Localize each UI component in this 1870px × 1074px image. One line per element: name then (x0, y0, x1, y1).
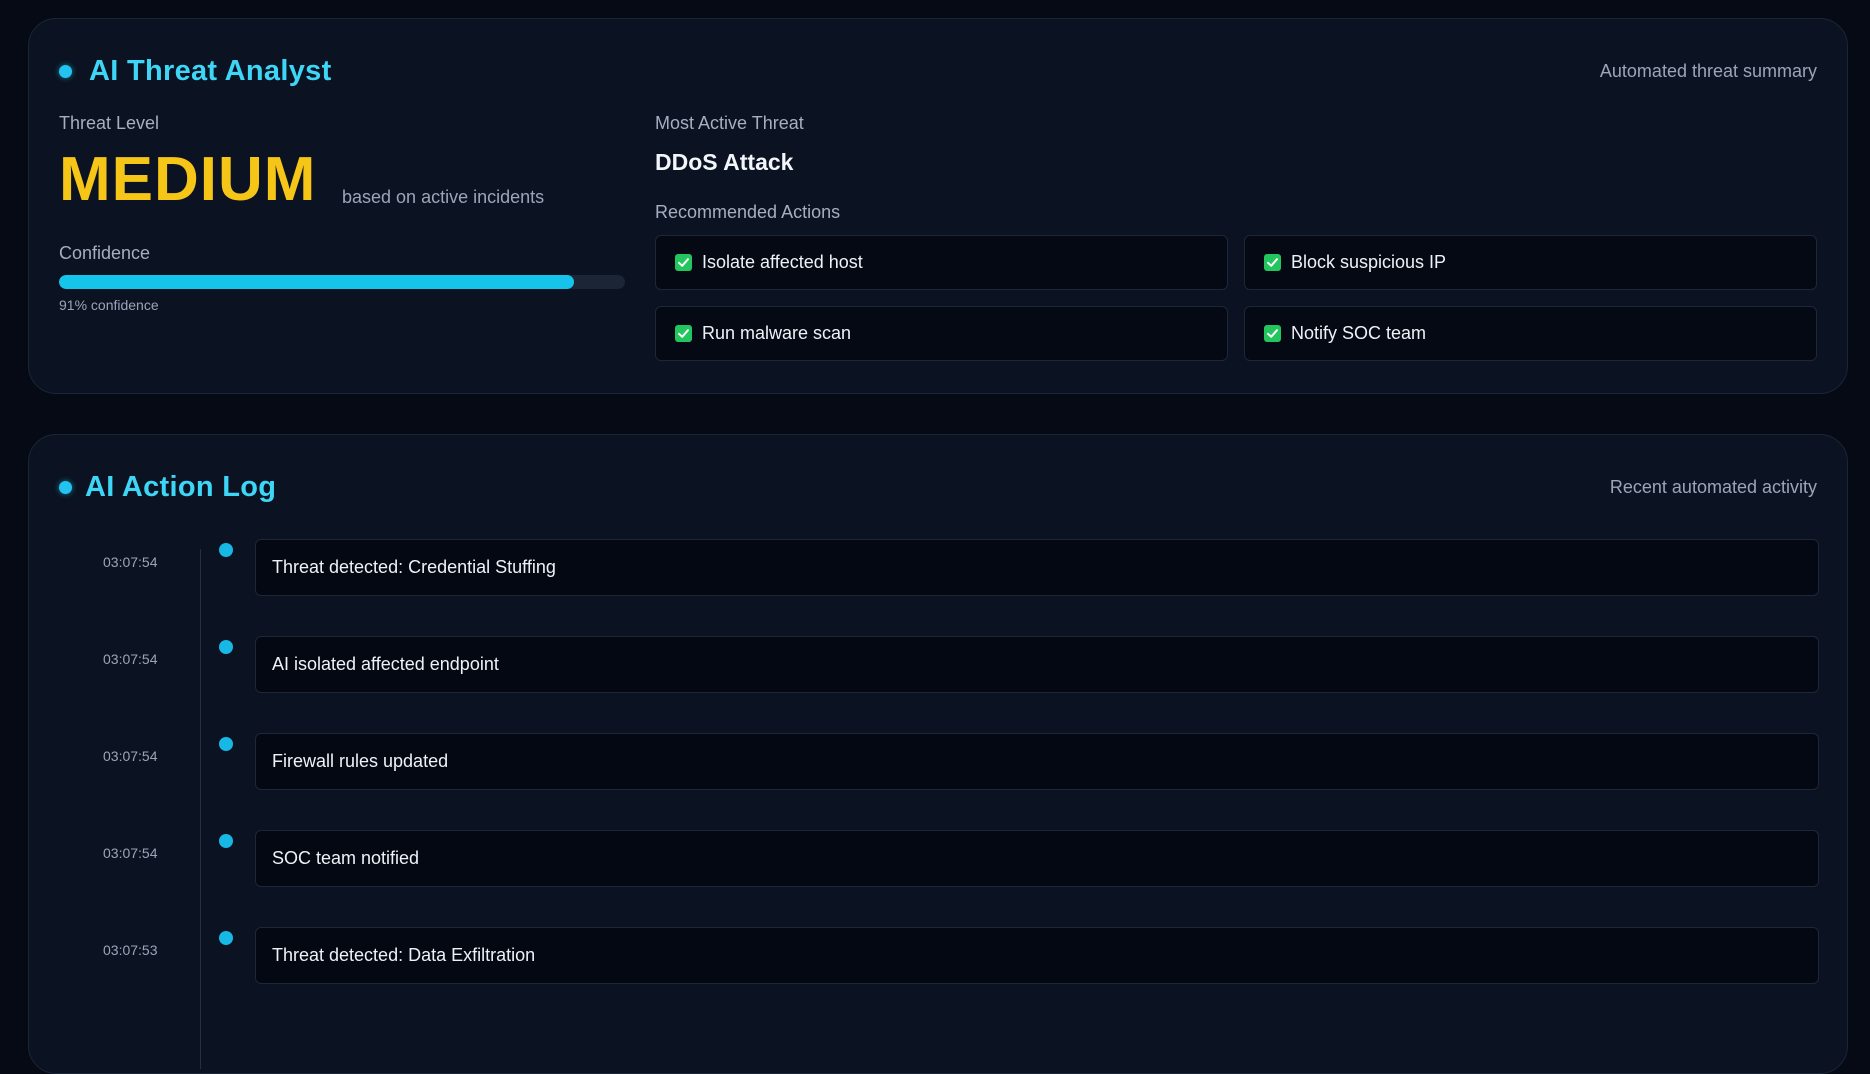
log-timestamp: 03:07:54 (103, 651, 158, 667)
log-entry-text: SOC team notified (272, 848, 420, 868)
log-entry-card[interactable]: SOC team notified (255, 830, 1819, 887)
threat-level-label: Threat Level (59, 113, 160, 133)
action-card-notify-soc[interactable]: Notify SOC team (1244, 306, 1817, 361)
confidence-text: 91% confidence (59, 297, 159, 313)
log-entry: 03:07:54 SOC team notified (29, 830, 1847, 890)
ai-action-log-panel: AI Action Log Recent automated activity … (28, 434, 1848, 1074)
action-label: Run malware scan (702, 323, 852, 343)
log-entry-text: AI isolated affected endpoint (272, 654, 499, 674)
confidence-progress-fill (59, 275, 575, 289)
panel-subtitle: Recent automated activity (1609, 476, 1817, 497)
log-timestamp: 03:07:54 (103, 845, 158, 861)
action-label: Block suspicious IP (1291, 252, 1447, 272)
log-timestamp: 03:07:54 (103, 748, 158, 764)
action-card-isolate-host[interactable]: Isolate affected host (655, 235, 1228, 290)
log-entry: 03:07:54 Firewall rules updated (29, 733, 1847, 793)
timeline-line (200, 549, 201, 1069)
log-entry: 03:07:53 Threat detected: Data Exfiltrat… (29, 927, 1847, 987)
log-panel-header: AI Action Log Recent automated activity (59, 467, 1817, 507)
check-icon (1264, 254, 1281, 271)
log-timestamp: 03:07:54 (103, 554, 158, 570)
threat-level-note: based on active incidents (342, 187, 545, 207)
confidence-progress-bar (59, 275, 625, 289)
recommended-actions-label: Recommended Actions (655, 202, 841, 222)
log-entry-text: Threat detected: Data Exfiltration (272, 945, 536, 965)
action-card-block-ip[interactable]: Block suspicious IP (1244, 235, 1817, 290)
confidence-label: Confidence (59, 243, 151, 263)
log-entry-card[interactable]: Threat detected: Credential Stuffing (255, 539, 1819, 596)
timeline-dot-icon (219, 931, 233, 945)
status-dot-icon (59, 64, 72, 78)
log-entry-card[interactable]: Firewall rules updated (255, 733, 1819, 790)
panel-title: AI Threat Analyst (89, 54, 332, 87)
analyst-panel-header: AI Threat Analyst Automated threat summa… (59, 51, 1817, 91)
check-icon (675, 254, 692, 271)
check-icon (1264, 325, 1281, 342)
log-entry: 03:07:54 AI isolated affected endpoint (29, 636, 1847, 696)
recommended-actions-grid: Isolate affected host Block suspicious I… (655, 235, 1819, 361)
action-label: Isolate affected host (702, 252, 863, 272)
log-entry: 03:07:54 Threat detected: Credential Stu… (29, 539, 1847, 599)
log-title-wrap: AI Action Log (59, 471, 276, 504)
timeline-dot-icon (219, 543, 233, 557)
panel-title: AI Action Log (85, 470, 277, 503)
log-entry-card[interactable]: Threat detected: Data Exfiltration (255, 927, 1819, 984)
log-entry-text: Threat detected: Credential Stuffing (272, 557, 556, 577)
timeline-dot-icon (219, 834, 233, 848)
action-card-malware-scan[interactable]: Run malware scan (655, 306, 1228, 361)
panel-subtitle: Automated threat summary (1599, 60, 1817, 81)
action-label: Notify SOC team (1291, 323, 1427, 343)
check-icon (675, 325, 692, 342)
threat-level-value: MEDIUM (59, 145, 317, 214)
most-active-threat-label: Most Active Threat (655, 113, 804, 133)
ai-threat-analyst-panel: AI Threat Analyst Automated threat summa… (28, 18, 1848, 394)
status-dot-icon (59, 480, 72, 494)
log-entry-card[interactable]: AI isolated affected endpoint (255, 636, 1819, 693)
log-entry-text: Firewall rules updated (272, 751, 449, 771)
timeline-dot-icon (219, 737, 233, 751)
analyst-title-wrap: AI Threat Analyst (59, 55, 332, 88)
most-active-threat-value: DDoS Attack (655, 149, 794, 175)
log-timestamp: 03:07:53 (103, 942, 158, 958)
timeline-dot-icon (219, 640, 233, 654)
